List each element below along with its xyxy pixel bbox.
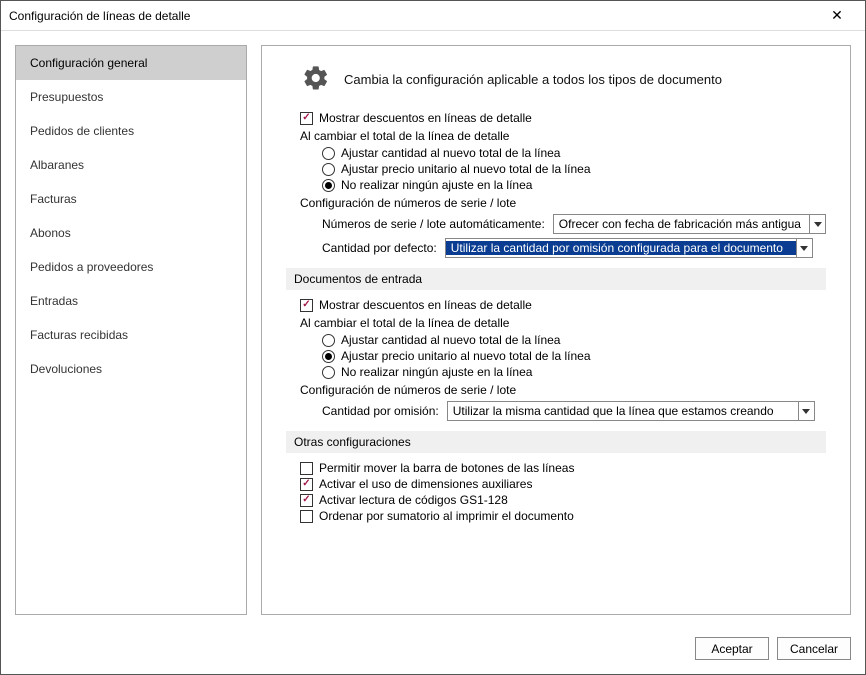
section-header-entrada: Documentos de entrada <box>286 268 826 290</box>
close-icon[interactable]: ✕ <box>817 2 857 30</box>
panel-header: Cambia la configuración aplicable a todo… <box>262 46 850 103</box>
sidebar-item[interactable]: Facturas <box>16 182 246 216</box>
cancel-button-label: Cancelar <box>790 642 838 656</box>
titlebar: Configuración de líneas de detalle ✕ <box>1 1 865 31</box>
radio-label: Ajustar cantidad al nuevo total de la lí… <box>341 146 560 160</box>
sidebar-item[interactable]: Pedidos de clientes <box>16 114 246 148</box>
content-inner: Mostrar descuentos en líneas de detalle … <box>262 111 850 523</box>
form-row-serie-auto: Números de serie / lote automáticamente:… <box>322 214 826 234</box>
accept-button[interactable]: Aceptar <box>695 637 769 660</box>
dialog-footer: Aceptar Cancelar <box>1 629 865 674</box>
radio-icon <box>322 147 335 160</box>
radio-label: No realizar ningún ajuste en la línea <box>341 178 532 192</box>
checkbox-label: Permitir mover la barra de botones de la… <box>319 461 574 475</box>
sidebar-item[interactable]: Entradas <box>16 284 246 318</box>
checkbox-icon <box>300 478 313 491</box>
accept-button-label: Aceptar <box>711 642 752 656</box>
radio-label: Ajustar precio unitario al nuevo total d… <box>341 349 591 363</box>
radio-row[interactable]: Ajustar precio unitario al nuevo total d… <box>322 349 826 363</box>
dialog-window: Configuración de líneas de detalle ✕ Con… <box>0 0 866 675</box>
radio-icon <box>322 334 335 347</box>
section-header-otras: Otras configuraciones <box>286 431 826 453</box>
form-row-cantidad-omision: Cantidad por omisión: Utilizar la misma … <box>322 401 826 421</box>
radio-row[interactable]: No realizar ningún ajuste en la línea <box>322 365 826 379</box>
radio-label: Ajustar precio unitario al nuevo total d… <box>341 162 591 176</box>
checkbox-icon <box>300 462 313 475</box>
radio-label: Ajustar cantidad al nuevo total de la lí… <box>341 333 560 347</box>
combo-text: Utilizar la cantidad por omisión configu… <box>446 241 796 255</box>
radio-icon <box>322 179 335 192</box>
form-label-cantidad-omision: Cantidad por omisión: <box>322 404 439 418</box>
combo-serie-auto[interactable]: Ofrecer con fecha de fabricación más ant… <box>553 214 826 234</box>
checkbox-row[interactable]: Activar lectura de códigos GS1-128 <box>300 493 826 507</box>
dialog-body: Configuración generalPresupuestosPedidos… <box>1 31 865 629</box>
checkbox-icon <box>300 299 313 312</box>
radio-row[interactable]: Ajustar cantidad al nuevo total de la lí… <box>322 146 826 160</box>
sidebar-item[interactable]: Abonos <box>16 216 246 250</box>
form-row-cantidad-defecto: Cantidad por defecto: Utilizar la cantid… <box>322 238 826 258</box>
sidebar-item[interactable]: Presupuestos <box>16 80 246 114</box>
checkbox-icon <box>300 494 313 507</box>
titlebar-title: Configuración de líneas de detalle <box>9 9 817 23</box>
checkbox-row-mostrar-descuentos-salida[interactable]: Mostrar descuentos en líneas de detalle <box>300 111 826 125</box>
radio-label: No realizar ningún ajuste en la línea <box>341 365 532 379</box>
group-label-al-cambiar-salida: Al cambiar el total de la línea de detal… <box>300 129 826 143</box>
form-label-cantidad-defecto: Cantidad por defecto: <box>322 241 437 255</box>
main-panel: Cambia la configuración aplicable a todo… <box>261 45 851 615</box>
sidebar-item[interactable]: Facturas recibidas <box>16 318 246 352</box>
combo-text: Ofrecer con fecha de fabricación más ant… <box>554 217 809 231</box>
combo-text: Utilizar la misma cantidad que la línea … <box>448 404 798 418</box>
panel-header-title: Cambia la configuración aplicable a todo… <box>344 72 722 87</box>
radio-icon <box>322 163 335 176</box>
radio-row[interactable]: No realizar ningún ajuste en la línea <box>322 178 826 192</box>
sidebar-item[interactable]: Albaranes <box>16 148 246 182</box>
checkbox-row[interactable]: Activar el uso de dimensiones auxiliares <box>300 477 826 491</box>
checkbox-label: Activar el uso de dimensiones auxiliares <box>319 477 532 491</box>
combo-cantidad-defecto[interactable]: Utilizar la cantidad por omisión configu… <box>445 238 813 258</box>
cancel-button[interactable]: Cancelar <box>777 637 851 660</box>
content-scroll[interactable]: Mostrar descuentos en líneas de detalle … <box>262 103 850 614</box>
radio-row[interactable]: Ajustar precio unitario al nuevo total d… <box>322 162 826 176</box>
checkbox-row-mostrar-descuentos-entrada[interactable]: Mostrar descuentos en líneas de detalle <box>300 298 826 312</box>
sidebar-item[interactable]: Devoluciones <box>16 352 246 386</box>
sidebar-item[interactable]: Pedidos a proveedores <box>16 250 246 284</box>
radio-row[interactable]: Ajustar cantidad al nuevo total de la lí… <box>322 333 826 347</box>
form-label-serie-auto: Números de serie / lote automáticamente: <box>322 217 545 231</box>
checkbox-label: Activar lectura de códigos GS1-128 <box>319 493 508 507</box>
checkbox-icon <box>300 510 313 523</box>
checkbox-label: Mostrar descuentos en líneas de detalle <box>319 298 532 312</box>
checkbox-label: Mostrar descuentos en líneas de detalle <box>319 111 532 125</box>
group-label-al-cambiar-entrada: Al cambiar el total de la línea de detal… <box>300 316 826 330</box>
checkbox-label: Ordenar por sumatorio al imprimir el doc… <box>319 509 574 523</box>
radio-icon <box>322 366 335 379</box>
sidebar: Configuración generalPresupuestosPedidos… <box>15 45 247 615</box>
checkbox-row[interactable]: Ordenar por sumatorio al imprimir el doc… <box>300 509 826 523</box>
sidebar-item[interactable]: Configuración general <box>16 46 246 80</box>
checkbox-row[interactable]: Permitir mover la barra de botones de la… <box>300 461 826 475</box>
group-label-serie-entrada: Configuración de números de serie / lote <box>300 383 826 397</box>
combo-cantidad-omision[interactable]: Utilizar la misma cantidad que la línea … <box>447 401 815 421</box>
gear-icon <box>302 64 330 95</box>
chevron-down-icon <box>796 239 812 257</box>
radio-icon <box>322 350 335 363</box>
chevron-down-icon <box>798 402 814 420</box>
checkbox-icon <box>300 112 313 125</box>
group-label-serie-salida: Configuración de números de serie / lote <box>300 196 826 210</box>
chevron-down-icon <box>809 215 825 233</box>
